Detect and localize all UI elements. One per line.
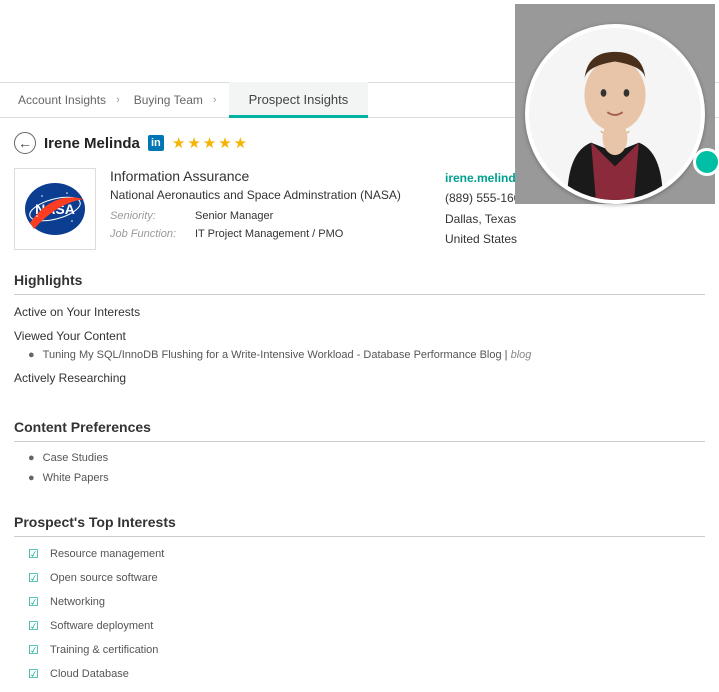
- highlight-researching: Actively Researching: [14, 371, 705, 385]
- interest-item: ☑Training & certification: [14, 643, 705, 657]
- check-icon: ☑: [28, 595, 42, 609]
- tab-buying-team[interactable]: Buying Team: [126, 93, 211, 107]
- status-indicator: [693, 148, 719, 176]
- star-icon: ★: [218, 134, 231, 152]
- company-name: National Aeronautics and Space Adminstra…: [110, 188, 431, 202]
- interest-item: ☑Networking: [14, 595, 705, 609]
- interest-item: ☑Open source software: [14, 571, 705, 585]
- star-icon: ★: [203, 134, 216, 152]
- star-icon: ★: [187, 134, 200, 152]
- tab-account-insights[interactable]: Account Insights: [10, 93, 114, 107]
- content-pref-item: ● White Papers: [14, 472, 705, 484]
- chevron-right-icon: ›: [211, 94, 223, 106]
- prospect-name: Irene Melinda: [44, 135, 140, 152]
- section-content-prefs-title: Content Preferences: [14, 419, 705, 442]
- star-rating: ★ ★ ★ ★ ★: [172, 134, 247, 152]
- interest-item: ☑Resource management: [14, 547, 705, 561]
- star-icon: ★: [234, 134, 247, 152]
- bullet-icon: ●: [28, 349, 35, 361]
- location-city: Dallas, Texas: [445, 209, 695, 229]
- check-icon: ☑: [28, 547, 42, 561]
- content-pref-item: ● Case Studies: [14, 452, 705, 464]
- interest-item: ☑Software deployment: [14, 619, 705, 633]
- interest-item: ☑Cloud Database: [14, 667, 705, 681]
- tab-prospect-insights[interactable]: Prospect Insights: [229, 82, 369, 118]
- avatar: [525, 24, 705, 204]
- location-country: United States: [445, 229, 695, 249]
- avatar-container: [515, 4, 715, 204]
- check-icon: ☑: [28, 643, 42, 657]
- linkedin-icon[interactable]: in: [148, 135, 164, 151]
- chevron-right-icon: ›: [114, 94, 126, 106]
- section-highlights-title: Highlights: [14, 272, 705, 295]
- star-icon: ★: [172, 134, 185, 152]
- check-icon: ☑: [28, 571, 42, 585]
- highlight-active: Active on Your Interests: [14, 305, 705, 319]
- bullet-icon: ●: [28, 472, 35, 484]
- back-button[interactable]: ←: [14, 132, 36, 154]
- viewed-content-item: ● Tuning My SQL/InnoDB Flushing for a Wr…: [14, 349, 705, 361]
- seniority-value: Senior Manager: [195, 210, 273, 222]
- highlight-viewed: Viewed Your Content: [14, 329, 705, 343]
- section-interests-title: Prospect's Top Interests: [14, 514, 705, 537]
- job-function-label: Job Function:: [110, 228, 195, 240]
- company-logo: NASA: [14, 168, 96, 250]
- bullet-icon: ●: [28, 452, 35, 464]
- job-function-value: IT Project Management / PMO: [195, 228, 343, 240]
- check-icon: ☑: [28, 667, 42, 681]
- seniority-label: Seniority:: [110, 210, 195, 222]
- check-icon: ☑: [28, 619, 42, 633]
- job-title: Information Assurance: [110, 168, 431, 184]
